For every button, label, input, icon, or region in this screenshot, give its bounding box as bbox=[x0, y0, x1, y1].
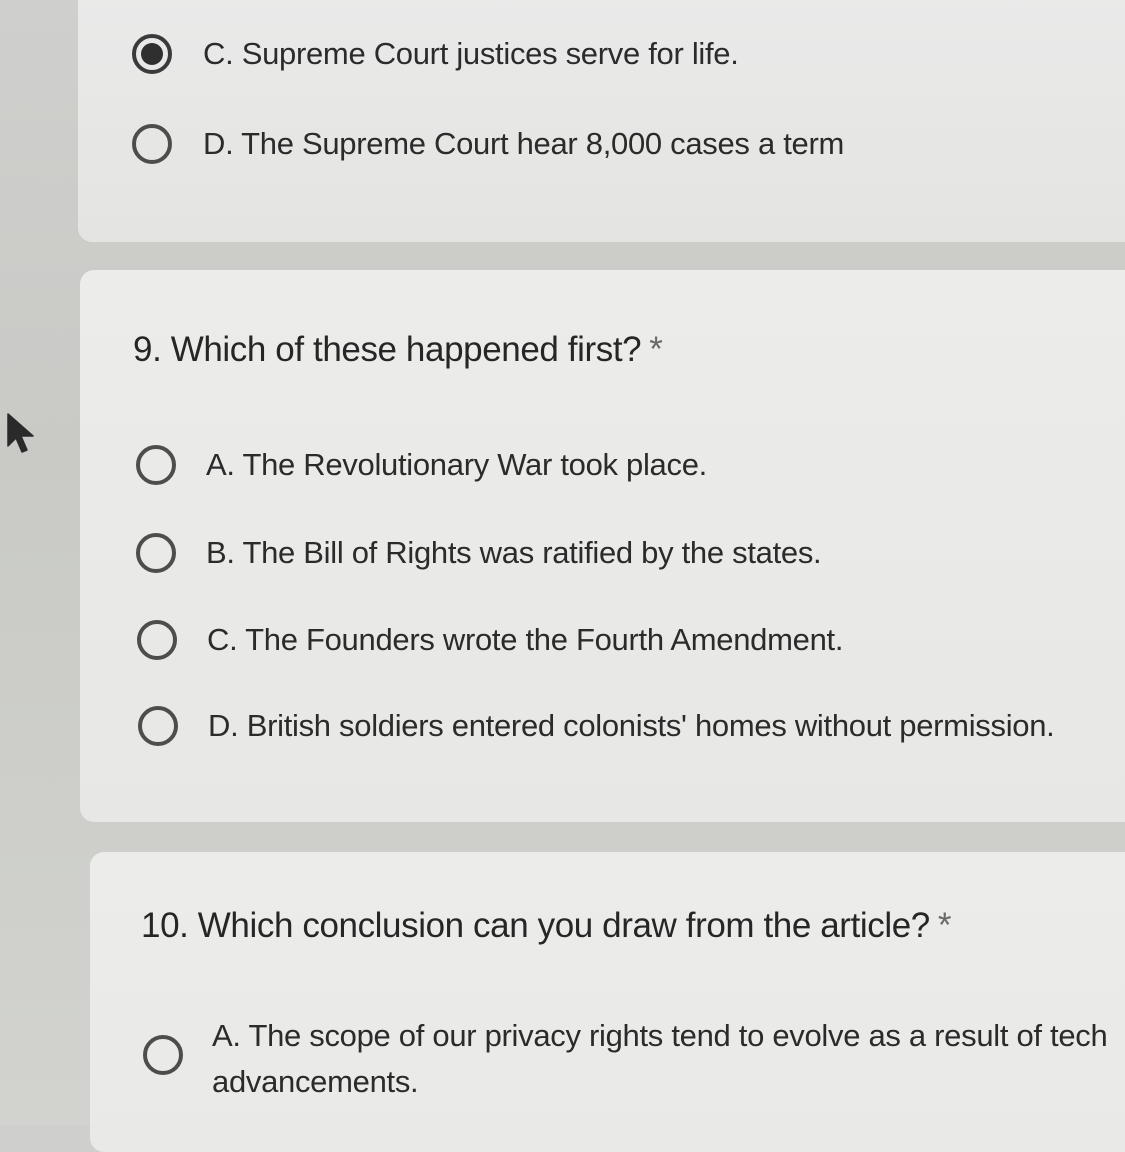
q9-option-c[interactable]: C. The Founders wrote the Fourth Amendme… bbox=[137, 620, 843, 660]
question-9-text: 9. Which of these happened first? bbox=[133, 330, 642, 369]
q10-option-a-line2: advancements. bbox=[212, 1064, 419, 1099]
q9-option-b[interactable]: B. The Bill of Rights was ratified by th… bbox=[136, 533, 822, 573]
q10-option-a[interactable]: A. The scope of our privacy rights tend … bbox=[143, 1013, 1125, 1105]
radio-unselected-icon[interactable] bbox=[138, 706, 178, 746]
radio-selected-icon[interactable] bbox=[132, 34, 172, 74]
arrow-cursor-icon bbox=[7, 413, 34, 453]
question-10-title: 10. Which conclusion can you draw from t… bbox=[141, 906, 952, 946]
radio-unselected-icon[interactable] bbox=[132, 124, 172, 164]
required-asterisk: * bbox=[937, 906, 952, 945]
q10-option-a-line1: A. The scope of our privacy rights tend … bbox=[212, 1018, 1108, 1053]
q9-option-d-label: D. British soldiers entered colonists' h… bbox=[208, 708, 1055, 743]
radio-unselected-icon[interactable] bbox=[136, 445, 176, 485]
prev-option-c-label: C. Supreme Court justices serve for life… bbox=[203, 36, 739, 71]
q9-option-a-label: A. The Revolutionary War took place. bbox=[206, 447, 707, 482]
radio-unselected-icon[interactable] bbox=[136, 533, 176, 573]
required-asterisk: * bbox=[649, 330, 663, 369]
q10-option-a-label: A. The scope of our privacy rights tend … bbox=[212, 1013, 1108, 1105]
question-10-card bbox=[90, 852, 1125, 1152]
q9-option-a[interactable]: A. The Revolutionary War took place. bbox=[136, 445, 707, 485]
prev-option-d[interactable]: D. The Supreme Court hear 8,000 cases a … bbox=[132, 124, 844, 164]
prev-option-c[interactable]: C. Supreme Court justices serve for life… bbox=[132, 34, 739, 74]
question-9-title: 9. Which of these happened first? * bbox=[133, 330, 663, 370]
prev-option-d-label: D. The Supreme Court hear 8,000 cases a … bbox=[203, 126, 844, 161]
q9-option-b-label: B. The Bill of Rights was ratified by th… bbox=[206, 535, 822, 570]
question-10-text: 10. Which conclusion can you draw from t… bbox=[141, 906, 930, 945]
q9-option-c-label: C. The Founders wrote the Fourth Amendme… bbox=[207, 622, 844, 657]
radio-unselected-icon[interactable] bbox=[137, 620, 177, 660]
radio-unselected-icon[interactable] bbox=[143, 1035, 183, 1075]
q9-option-d[interactable]: D. British soldiers entered colonists' h… bbox=[138, 706, 1055, 746]
